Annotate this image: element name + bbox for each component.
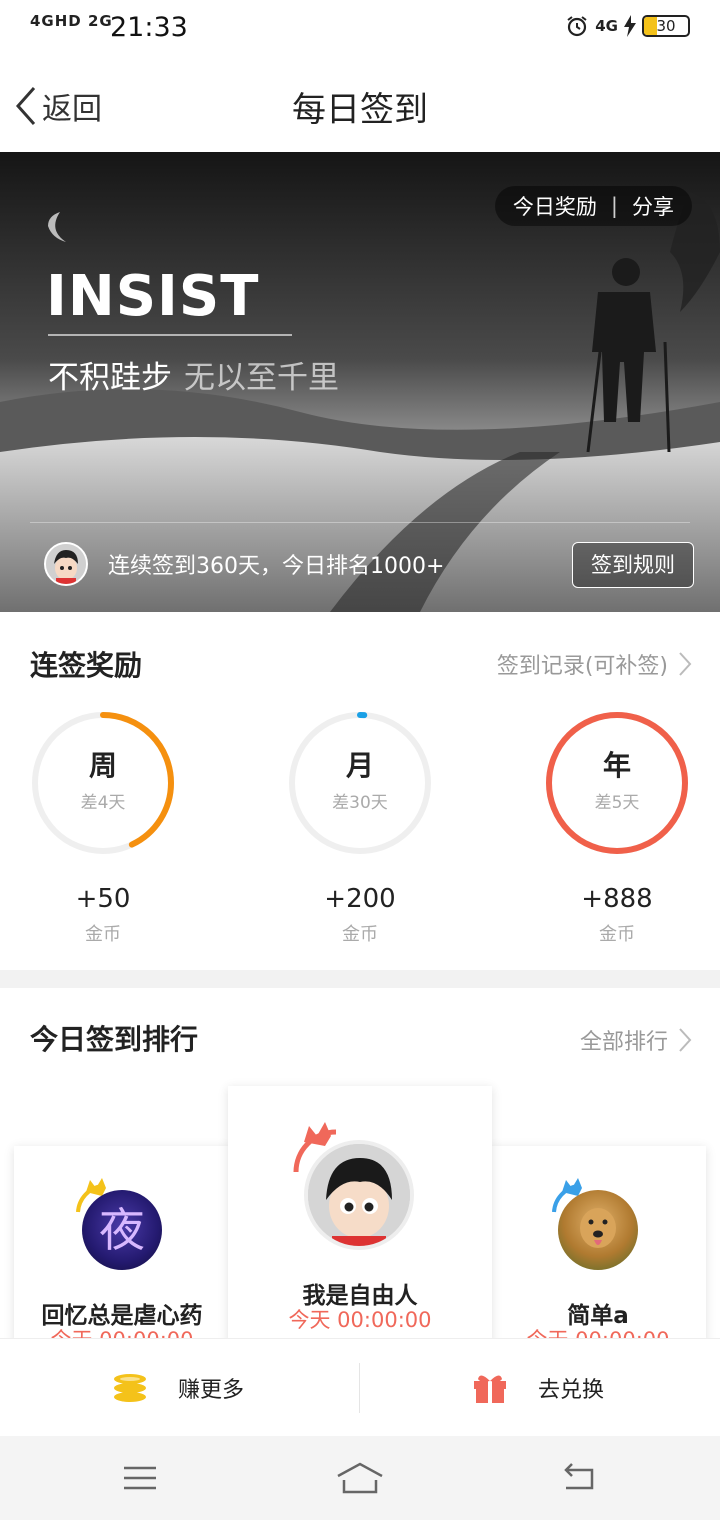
back-nav-icon[interactable] [560,1458,600,1498]
all-ranking-link[interactable]: 全部排行 [580,1024,692,1056]
ring-label: 年差5天 [542,744,692,813]
share-link[interactable]: 分享 [632,191,674,221]
record-link-label: 签到记录(可补签) [496,654,668,679]
headline-underline [48,334,292,336]
slogan-main: 不积跬步 [48,360,172,396]
days-remaining: 差4天 [80,793,126,813]
charging-icon [624,15,636,37]
reward-unit: 金币 [342,924,378,945]
reward-value: +50 [75,884,131,914]
earn-more-button[interactable]: 赚更多 [112,1339,244,1437]
coins-icon [114,1374,146,1402]
avatar [558,1190,638,1270]
streak-text: 连续签到360天，今日排名1000+ [108,554,445,579]
days-remaining: 差5天 [594,793,640,813]
ring-label: 月差30天 [285,744,435,813]
rank-card-second[interactable]: 夜 回忆总是虐心药 今天 00:00:00 [14,1146,230,1346]
reward-period: 周 [88,749,117,782]
all-ranking-label: 全部排行 [579,1030,668,1055]
banner: 今日奖励 | 分享 INSIST 不积跬步 无以至千里 连续签到360天，今日排名… [0,152,720,612]
action-separator: | [610,194,618,218]
rank-card-third[interactable]: 简单a 今天 00:00:00 [490,1146,706,1346]
chevron-right-icon [679,1028,692,1052]
alarm-icon [567,16,587,37]
home-icon[interactable] [334,1458,386,1498]
nav-bar: 返回 每日签到 [0,58,720,152]
record-link[interactable]: 签到记录(可补签) [497,648,692,680]
reward-period: 月 [345,749,374,782]
bottom-divider [359,1363,360,1413]
app-root: 4GHD 2G 21:33 4G 30 返回 每日签到 今日奖励 | 分享 IN… [0,0,720,1520]
banner-divider [30,522,690,523]
rewards-title: 连签奖励 [30,649,143,682]
status-right: 4G 30 [565,14,690,38]
menu-icon[interactable] [122,1458,158,1498]
battery-indicator: 30 [642,15,690,37]
reward-unit: 金币 [85,924,121,945]
banner-headline: INSIST [46,264,260,329]
user-avatar[interactable] [44,542,88,586]
banner-slogan: 不积跬步 无以至千里 [48,352,339,397]
signal-indicator: 4GHD 2G [30,12,113,30]
rank-card-first[interactable]: 我是自由人 今天 00:00:00 [228,1086,492,1346]
gift-icon [474,1375,506,1403]
earn-more-label: 赚更多 [178,1378,245,1403]
status-bar: 4GHD 2G 21:33 4G 30 [0,0,720,58]
reward-value: +200 [324,884,396,914]
avatar [304,1140,414,1250]
days-remaining: 差30天 [332,793,388,813]
reward-value: +888 [581,884,653,914]
redeem-button[interactable]: 去兑换 [472,1339,604,1437]
network-type: 4G [595,17,618,35]
avatar: 夜 [82,1190,162,1270]
rules-button[interactable]: 签到规则 [572,542,694,588]
system-nav-bar [0,1436,720,1520]
reward-period: 年 [602,749,631,782]
redeem-label: 去兑换 [538,1378,605,1403]
page-title: 每日签到 [292,90,428,130]
today-reward-link[interactable]: 今日奖励 [513,191,597,221]
bottom-action-bar: 赚更多 去兑换 [0,1338,720,1436]
svg-text:夜: 夜 [99,1203,145,1257]
slogan-sub: 无以至千里 [184,360,339,396]
rank-time: 今天 00:00:00 [288,1308,432,1332]
chevron-right-icon [679,652,692,676]
section-divider [0,970,720,988]
ranking-title: 今日签到排行 [30,1023,199,1056]
reward-unit: 金币 [599,924,635,945]
ring-label: 周差4天 [28,744,178,813]
banner-actions: 今日奖励 | 分享 [494,186,692,226]
clock: 21:33 [110,12,188,43]
